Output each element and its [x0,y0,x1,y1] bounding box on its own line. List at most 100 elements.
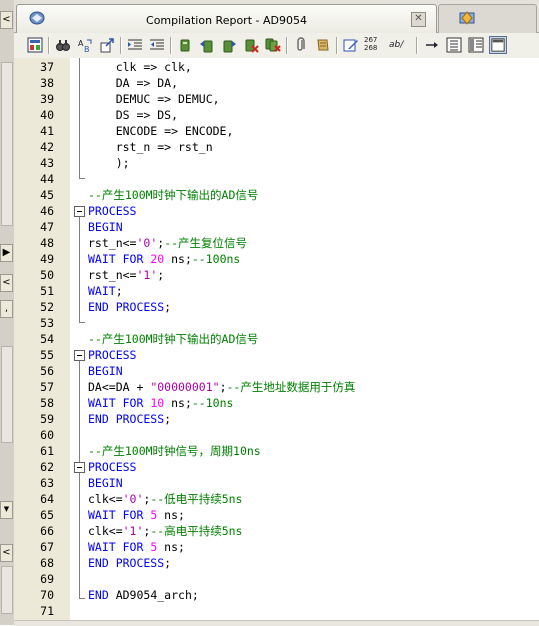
code-token: rst_n<= [88,268,137,282]
side-scrollbar-middle[interactable] [1,346,13,443]
fold-collapse-icon[interactable] [74,462,85,473]
tab-vhdl-file[interactable] [438,4,537,33]
line-number: 60 [40,428,54,442]
code-text: WAIT; [88,283,123,299]
close-tab-icon[interactable]: ✕ [411,12,426,27]
code-token: --产生100M时钟下输出的AD信号 [88,188,259,202]
code-token: --高电平持续5ns [150,524,243,538]
list-view-icon[interactable] [445,36,463,54]
code-token: AD9054_arch; [108,588,199,602]
collapse-left-button-3[interactable]: < [0,544,13,562]
code-text: BEGIN [88,363,123,379]
code-token: ns; [164,252,192,266]
attach-paperclip-icon[interactable] [292,36,310,54]
code-text: clk<='0';--低电平持续5ns [88,491,242,507]
code-text: rst_n => rst_n [88,139,213,155]
line-number: 65 [40,508,54,522]
code-text: END PROCESS; [88,411,171,427]
scroll-comment-icon[interactable] [314,36,332,54]
fold-end-marker [79,598,85,599]
report-view-icon[interactable] [26,36,44,54]
code-token: ns; [157,540,185,554]
bookmark-clear-icon[interactable] [242,36,260,54]
code-token: END PROCESS [88,412,165,426]
code-token: rst_n<= [88,236,137,250]
bookmark-next-icon[interactable] [220,36,238,54]
line-number: 61 [40,444,54,458]
split-view-icon[interactable] [467,36,485,54]
side-dot-button[interactable]: , [0,300,13,318]
play-arrow-icon[interactable]: ▶ [0,244,13,262]
line-number: 56 [40,364,54,378]
code-token: --产生地址数据用于仿真 [226,380,356,394]
line-number: 69 [40,572,54,586]
code-token: DA => DA, [88,76,179,90]
bookmark-toggle-icon[interactable] [176,36,194,54]
code-text: --产生100M时钟信号，周期10ns [88,443,261,459]
line-number-bottom: 268 [364,44,378,52]
fold-guide [79,473,80,598]
code-token: 20 [150,252,165,266]
line-number: 49 [40,252,54,266]
code-text: ENCODE => ENCODE, [88,123,234,139]
line-number: 37 [40,60,54,74]
bookmark-clear-all-icon[interactable] [264,36,282,54]
code-token: ns; [157,508,185,522]
code-text: WAIT FOR 20 ns;--100ns [88,251,240,267]
find-icon[interactable] [54,36,72,54]
code-token: "00000001" [150,380,220,394]
code-token: ; [164,300,172,314]
find-replace-icon[interactable]: AB [76,36,94,54]
line-number: 66 [40,524,54,538]
code-token: DEMUC => DEMUC, [88,92,220,106]
line-number: 52 [40,300,54,314]
code-text: ); [88,155,130,171]
code-token: ; [115,284,123,298]
side-scrollbar-bottom[interactable] [1,566,13,614]
code-token: --10ns [191,396,234,410]
scroll-down-icon[interactable]: ▼ [0,501,13,519]
edit-template-icon[interactable] [342,36,360,54]
code-token: '0' [136,236,158,250]
fold-collapse-icon[interactable] [74,206,85,217]
code-text: BEGIN [88,219,123,235]
unindent-icon[interactable] [148,36,166,54]
code-token: BEGIN [88,364,123,378]
line-number: 67 [40,540,54,554]
collapse-left-button-2[interactable]: < [0,274,13,292]
side-scrollbar-top[interactable] [1,62,13,226]
code-text: rst_n<='1'; [88,267,164,283]
full-view-toggle-icon[interactable] [489,36,507,54]
line-number-display[interactable]: 267 268 [364,36,377,52]
code-token: --产生100M时钟下输出的AD信号 [88,332,259,346]
line-number: 62 [40,460,54,474]
goto-line-icon[interactable] [98,36,116,54]
code-text: DEMUC => DEMUC, [88,91,220,107]
fold-guide [79,361,80,466]
line-number: 71 [40,604,54,618]
tab-compilation-report[interactable]: Compilation Report - AD9054 ✕ [16,4,437,33]
line-number-top: 267 [364,36,378,44]
horizontal-scrollbar[interactable] [14,620,539,626]
indent-icon[interactable] [126,36,144,54]
line-number: 70 [40,588,54,602]
code-text: END PROCESS; [88,555,171,571]
insert-arrow-icon[interactable] [423,36,441,54]
fold-margin [70,58,86,625]
line-number: 46 [40,204,54,218]
word-wrap-ab-button[interactable]: ab/ [389,40,403,50]
diamond-file-icon [459,11,475,25]
line-number: 68 [40,556,54,570]
code-text: END AD9054_arch; [88,587,199,603]
collapse-left-button[interactable]: < [0,11,13,29]
line-number: 55 [40,348,54,362]
code-token: PROCESS [88,348,137,362]
code-text: WAIT FOR 10 ns;--10ns [88,395,233,411]
bookmark-previous-icon[interactable] [198,36,216,54]
code-text: PROCESS [88,203,136,219]
code-text: --产生100M时钟下输出的AD信号 [88,331,258,347]
fold-collapse-icon[interactable] [74,350,85,361]
line-number: 40 [40,108,54,122]
code-text: WAIT FOR 5 ns; [88,507,185,523]
line-number: 45 [40,188,54,202]
